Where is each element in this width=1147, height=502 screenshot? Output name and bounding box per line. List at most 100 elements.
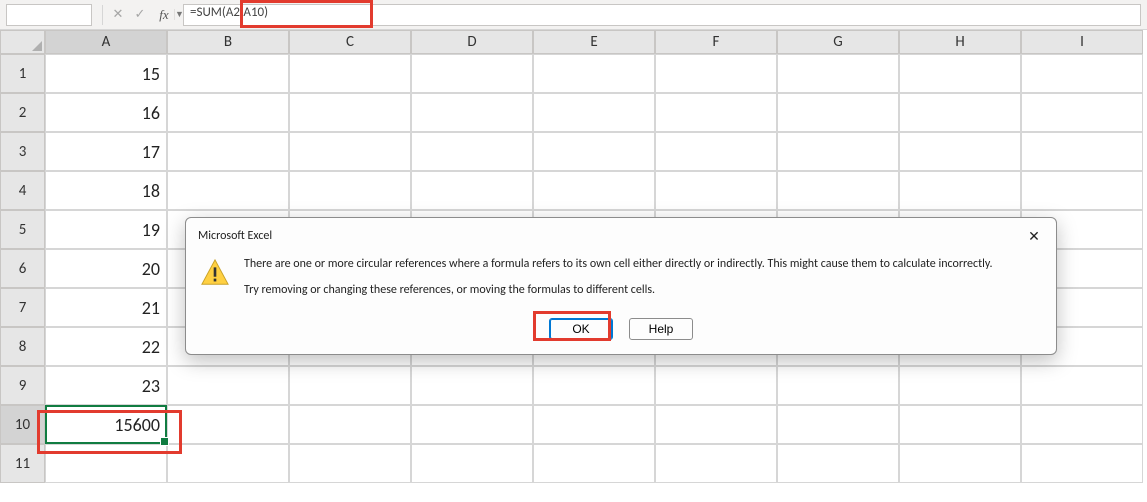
row-header-1[interactable]: 1 — [0, 54, 45, 93]
cell-E3[interactable] — [533, 132, 655, 171]
column-header-B[interactable]: B — [167, 30, 289, 54]
row-header-3[interactable]: 3 — [0, 132, 45, 171]
cell-E4[interactable] — [533, 171, 655, 210]
cell-I3[interactable] — [1021, 132, 1143, 171]
cell-G3[interactable] — [777, 132, 899, 171]
cell-B2[interactable] — [167, 93, 289, 132]
cell-I1[interactable] — [1021, 54, 1143, 93]
cell-D11[interactable] — [411, 444, 533, 483]
cell-D9[interactable] — [411, 366, 533, 405]
cell-B4[interactable] — [167, 171, 289, 210]
row-header-8[interactable]: 8 — [0, 327, 45, 366]
cell-C10[interactable] — [289, 405, 411, 444]
cell-F3[interactable] — [655, 132, 777, 171]
cancel-icon[interactable]: ✕ — [107, 4, 129, 26]
row-header-10[interactable]: 10 — [0, 405, 45, 444]
cell-F11[interactable] — [655, 444, 777, 483]
cell-D4[interactable] — [411, 171, 533, 210]
column-header-H[interactable]: H — [899, 30, 1021, 54]
cell-F10[interactable] — [655, 405, 777, 444]
cell-E10[interactable] — [533, 405, 655, 444]
cell-G11[interactable] — [777, 444, 899, 483]
cell-A3[interactable]: 17 — [45, 132, 167, 171]
cell-D1[interactable] — [411, 54, 533, 93]
cell-E2[interactable] — [533, 93, 655, 132]
cell-G10[interactable] — [777, 405, 899, 444]
column-header-G[interactable]: G — [777, 30, 899, 54]
cell-A8[interactable]: 22 — [45, 327, 167, 366]
cell-A6[interactable]: 20 — [45, 249, 167, 288]
select-all-corner[interactable] — [0, 30, 45, 54]
row-header-4[interactable]: 4 — [0, 171, 45, 210]
cell-A2[interactable]: 16 — [45, 93, 167, 132]
cell-H4[interactable] — [899, 171, 1021, 210]
dialog-close-button[interactable]: ✕ — [1022, 224, 1046, 248]
cell-A1[interactable]: 15 — [45, 54, 167, 93]
cell-G4[interactable] — [777, 171, 899, 210]
cell-H9[interactable] — [899, 366, 1021, 405]
cell-A11[interactable] — [45, 444, 167, 483]
cell-I9[interactable] — [1021, 366, 1143, 405]
cell-B10[interactable] — [167, 405, 289, 444]
cell-A5[interactable]: 19 — [45, 210, 167, 249]
cell-D10[interactable] — [411, 405, 533, 444]
cell-I2[interactable] — [1021, 93, 1143, 132]
column-header-C[interactable]: C — [289, 30, 411, 54]
cell-G2[interactable] — [777, 93, 899, 132]
cell-B11[interactable] — [167, 444, 289, 483]
row-header-5[interactable]: 5 — [0, 210, 45, 249]
cell-D3[interactable] — [411, 132, 533, 171]
cell-H1[interactable] — [899, 54, 1021, 93]
enter-icon[interactable]: ✓ — [129, 4, 151, 26]
cell-I11[interactable] — [1021, 444, 1143, 483]
cell-F1[interactable] — [655, 54, 777, 93]
cell-E9[interactable] — [533, 366, 655, 405]
column-header-F[interactable]: F — [655, 30, 777, 54]
separator — [102, 5, 103, 25]
cell-H2[interactable] — [899, 93, 1021, 132]
row-header-11[interactable]: 11 — [0, 444, 45, 483]
cell-B3[interactable] — [167, 132, 289, 171]
cell-F4[interactable] — [655, 171, 777, 210]
column-header-D[interactable]: D — [411, 30, 533, 54]
row-header-9[interactable]: 9 — [0, 366, 45, 405]
column-header-E[interactable]: E — [533, 30, 655, 54]
row-header-2[interactable]: 2 — [0, 93, 45, 132]
cell-A9[interactable]: 23 — [45, 366, 167, 405]
cell-C4[interactable] — [289, 171, 411, 210]
cell-I4[interactable] — [1021, 171, 1143, 210]
cell-B9[interactable] — [167, 366, 289, 405]
row-header-7[interactable]: 7 — [0, 288, 45, 327]
cell-C2[interactable] — [289, 93, 411, 132]
cell-I10[interactable] — [1021, 405, 1143, 444]
cell-B1[interactable] — [167, 54, 289, 93]
cell-F2[interactable] — [655, 93, 777, 132]
cell-H3[interactable] — [899, 132, 1021, 171]
dialog-title-text: Microsoft Excel — [198, 229, 272, 243]
cell-D2[interactable] — [411, 93, 533, 132]
cell-C9[interactable] — [289, 366, 411, 405]
row-header-6[interactable]: 6 — [0, 249, 45, 288]
dialog-circular-reference: Microsoft Excel ✕ There are one or more … — [185, 217, 1057, 355]
formula-input[interactable]: =SUM(A2:A10) — [183, 4, 1141, 26]
cell-E1[interactable] — [533, 54, 655, 93]
cell-G1[interactable] — [777, 54, 899, 93]
cell-H11[interactable] — [899, 444, 1021, 483]
cell-E11[interactable] — [533, 444, 655, 483]
cell-H10[interactable] — [899, 405, 1021, 444]
cell-A10[interactable]: 15600 — [45, 405, 167, 444]
cell-C11[interactable] — [289, 444, 411, 483]
column-header-A[interactable]: A — [45, 30, 167, 54]
column-header-I[interactable]: I — [1021, 30, 1143, 54]
cell-G9[interactable] — [777, 366, 899, 405]
cell-A4[interactable]: 18 — [45, 171, 167, 210]
help-button[interactable]: Help — [629, 318, 693, 340]
cell-A7[interactable]: 21 — [45, 288, 167, 327]
ok-button[interactable]: OK — [549, 318, 613, 340]
dialog-message: There are one or more circular reference… — [244, 256, 993, 308]
cell-C3[interactable] — [289, 132, 411, 171]
cell-C1[interactable] — [289, 54, 411, 93]
cell-F9[interactable] — [655, 366, 777, 405]
insert-function-button[interactable]: fx — [151, 4, 177, 26]
dialog-titlebar: Microsoft Excel ✕ — [186, 218, 1056, 248]
